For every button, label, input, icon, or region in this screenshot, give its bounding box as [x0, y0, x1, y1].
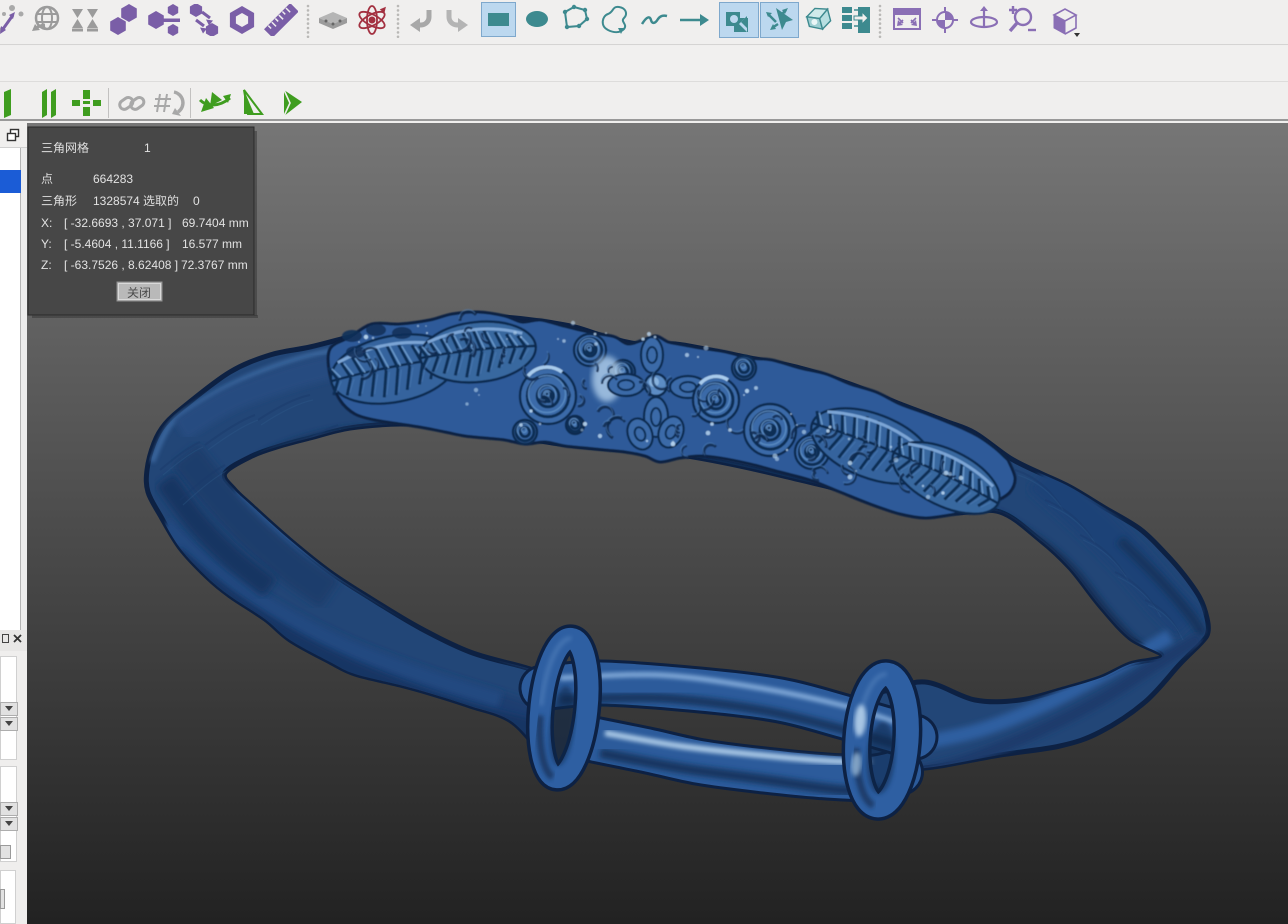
svg-text:Z:: Z:: [41, 258, 52, 272]
svg-text:[ -32.6693 , 37.071 ]: [ -32.6693 , 37.071 ]: [64, 216, 171, 230]
svg-text:16.577 mm: 16.577 mm: [182, 237, 242, 251]
svg-text:664283: 664283: [93, 172, 133, 186]
svg-text:1: 1: [144, 141, 151, 155]
svg-text:X:: X:: [41, 216, 52, 230]
svg-text:Y:: Y:: [41, 237, 52, 251]
svg-text:69.7404 mm: 69.7404 mm: [182, 216, 249, 230]
svg-text:[ -63.7526 , 8.62408 ]: [ -63.7526 , 8.62408 ]: [64, 258, 178, 272]
svg-text:[ -5.4604 , 11.1166 ]: [ -5.4604 , 11.1166 ]: [64, 237, 170, 251]
svg-text:0: 0: [193, 194, 200, 208]
svg-text:72.3767 mm: 72.3767 mm: [181, 258, 248, 272]
svg-text:1328574: 1328574: [93, 194, 140, 208]
